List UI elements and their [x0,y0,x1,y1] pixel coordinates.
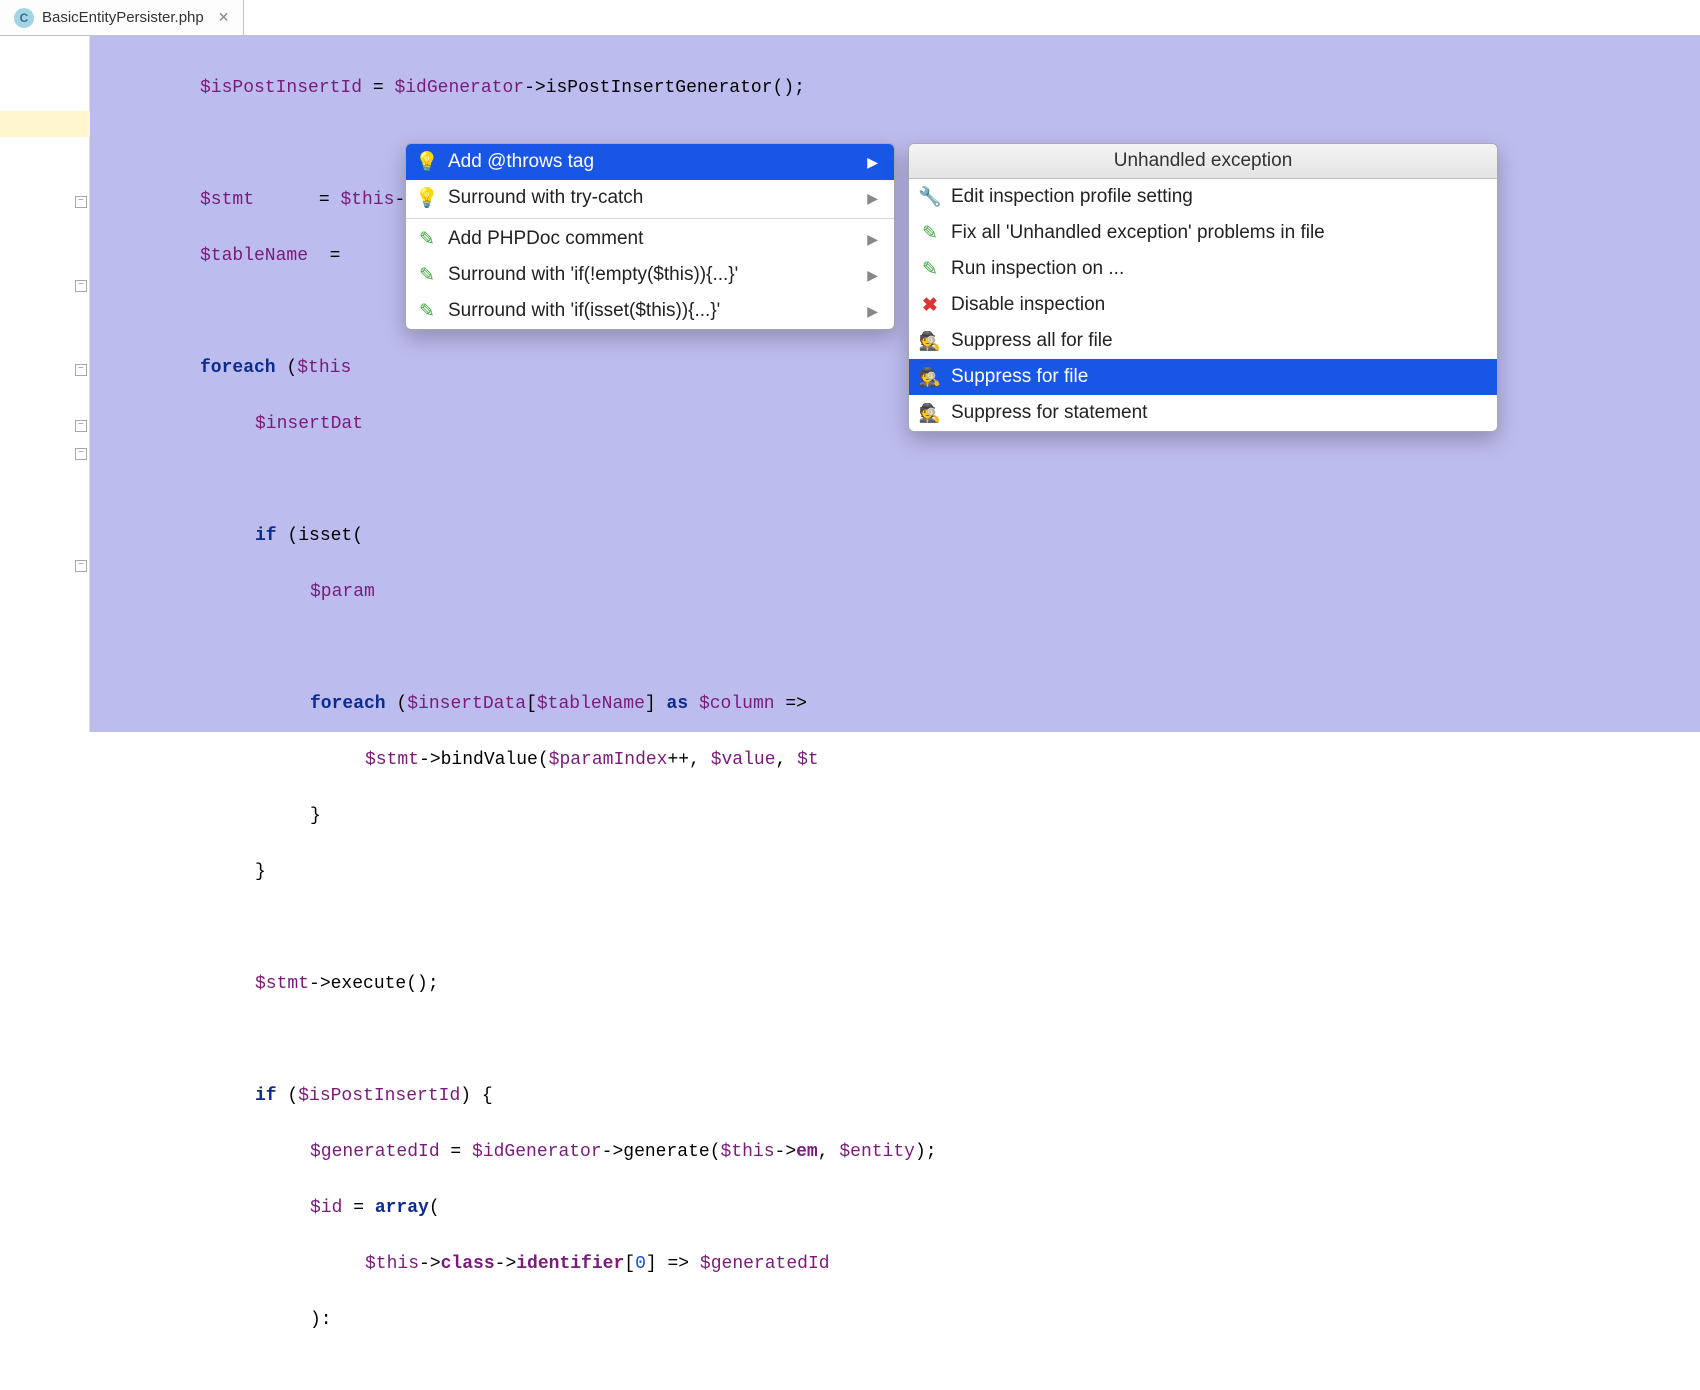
code-token: $stmt [365,750,419,770]
intention-item-label: Surround with try-catch [448,187,643,209]
code-token: $value [711,750,776,770]
submenu-item[interactable]: 🕵️ Suppress for statement [909,395,1497,431]
intention-item[interactable]: ✎ Surround with 'if(isset($this)){...}' ▶ [406,293,894,329]
code-token: em [796,1142,818,1162]
submenu-item-label: Suppress for statement [951,402,1147,424]
submenu-item-label: Suppress for file [951,366,1088,388]
code-token: $tableName [537,694,645,714]
fold-toggle-icon[interactable]: − [75,420,87,432]
intention-item-label: Add PHPDoc comment [448,228,643,250]
code-token: $insertData [407,694,526,714]
submenu-item[interactable]: 🕵️ Suppress for file [909,359,1497,395]
code-token: foreach [200,358,276,378]
code-token: identifier [516,1254,624,1274]
code-token: $generatedId [310,1142,440,1162]
code-token: $tableName [200,246,308,266]
gutter: − − − − − − [0,36,90,732]
submenu-item-label: Edit inspection profile setting [951,186,1193,208]
fold-toggle-icon[interactable]: − [75,560,87,572]
submenu-item[interactable]: 🕵️ Suppress all for file [909,323,1497,359]
intention-item-label: Surround with 'if(!empty($this)){...}' [448,264,738,286]
wrench-icon: 🔧 [919,186,941,208]
submenu-item-label: Run inspection on ... [951,258,1124,280]
close-icon[interactable]: ✕ [218,9,230,26]
intention-actions-popup: 💡 Add @throws tag ▶ 💡 Surround with try-catc… [405,143,895,330]
menu-separator [406,218,894,219]
chevron-right-icon: ▶ [867,190,878,207]
code-token: class [441,1254,495,1274]
suppress-icon: 🕵️ [919,402,941,424]
intention-item[interactable]: ✎ Add PHPDoc comment ▶ [406,221,894,257]
code-token: bindValue [441,750,538,770]
fold-toggle-icon[interactable]: − [75,448,87,460]
submenu-item-label: Suppress all for file [951,330,1113,352]
gutter-highlight [0,111,90,137]
code-token: $insertDat [255,414,363,434]
submenu-title: Unhandled exception [909,144,1497,179]
code-token: $idGenerator [394,78,524,98]
code-token: 0 [635,1254,646,1274]
code-token: $stmt [200,190,254,210]
code-token: if [255,526,277,546]
code-token: $this [365,1254,419,1274]
code-token: $column [699,694,775,714]
intention-item-label: Add @throws tag [448,151,594,173]
submenu-item[interactable]: ✎ Fix all 'Unhandled exception' problems … [909,215,1497,251]
chevron-right-icon: ▶ [867,231,878,248]
code-token: generate [623,1142,709,1162]
code-token: $isPostInsertId [298,1086,460,1106]
fold-toggle-icon[interactable]: − [75,280,87,292]
code-token: as [667,694,689,714]
code-token: array [375,1198,429,1218]
fold-toggle-icon[interactable]: − [75,364,87,376]
code-token: $id [310,1198,342,1218]
code-token: $stmt [255,974,309,994]
suppress-icon: 🕵️ [919,330,941,352]
code-token: $paramIndex [549,750,668,770]
pencil-icon: ✎ [416,228,438,250]
file-tab[interactable]: C BasicEntityPersister.php ✕ [0,0,244,35]
pencil-icon: ✎ [919,222,941,244]
chevron-right-icon: ▶ [867,303,878,320]
intention-item[interactable]: 💡 Surround with try-catch ▶ [406,180,894,216]
code-token: execute [331,974,407,994]
code-token: $this [721,1142,775,1162]
file-type-icon: C [14,8,34,28]
intention-submenu-popup: Unhandled exception 🔧 Edit inspection pro… [908,143,1498,432]
code-token: isset [298,526,352,546]
lightbulb-icon: 💡 [416,187,438,209]
intention-item[interactable]: 💡 Add @throws tag ▶ [406,144,894,180]
chevron-right-icon: ▶ [867,154,878,171]
pencil-icon: ✎ [416,264,438,286]
editor-tabbar: C BasicEntityPersister.php ✕ [0,0,1700,36]
pencil-icon: ✎ [416,300,438,322]
code-token: $entity [839,1142,915,1162]
suppress-icon: 🕵️ [919,366,941,388]
pencil-icon: ✎ [919,258,941,280]
code-token: $this [297,358,351,378]
lightbulb-icon: 💡 [416,151,438,173]
code-token: $idGenerator [472,1142,602,1162]
intention-item-label: Surround with 'if(isset($this)){...}' [448,300,720,322]
submenu-item[interactable]: ✖ Disable inspection [909,287,1497,323]
code-token: $isPostInsertId [200,78,362,98]
submenu-item-label: Fix all 'Unhandled exception' problems i… [951,222,1325,244]
submenu-item[interactable]: 🔧 Edit inspection profile setting [909,179,1497,215]
submenu-item-label: Disable inspection [951,294,1105,316]
code-token: $t [797,750,819,770]
code-token: $generatedId [700,1254,830,1274]
tab-filename: BasicEntityPersister.php [42,9,204,26]
fold-toggle-icon[interactable]: − [75,196,87,208]
intention-item[interactable]: ✎ Surround with 'if(!empty($this)){...}' ▶ [406,257,894,293]
code-token: isPostInsertGenerator [546,78,773,98]
code-token: $this [340,190,394,210]
submenu-item[interactable]: ✎ Run inspection on ... [909,251,1497,287]
code-token: if [255,1086,277,1106]
code-token: $param [310,582,375,602]
chevron-right-icon: ▶ [867,267,878,284]
disable-icon: ✖ [919,294,941,316]
code-token: foreach [310,694,386,714]
